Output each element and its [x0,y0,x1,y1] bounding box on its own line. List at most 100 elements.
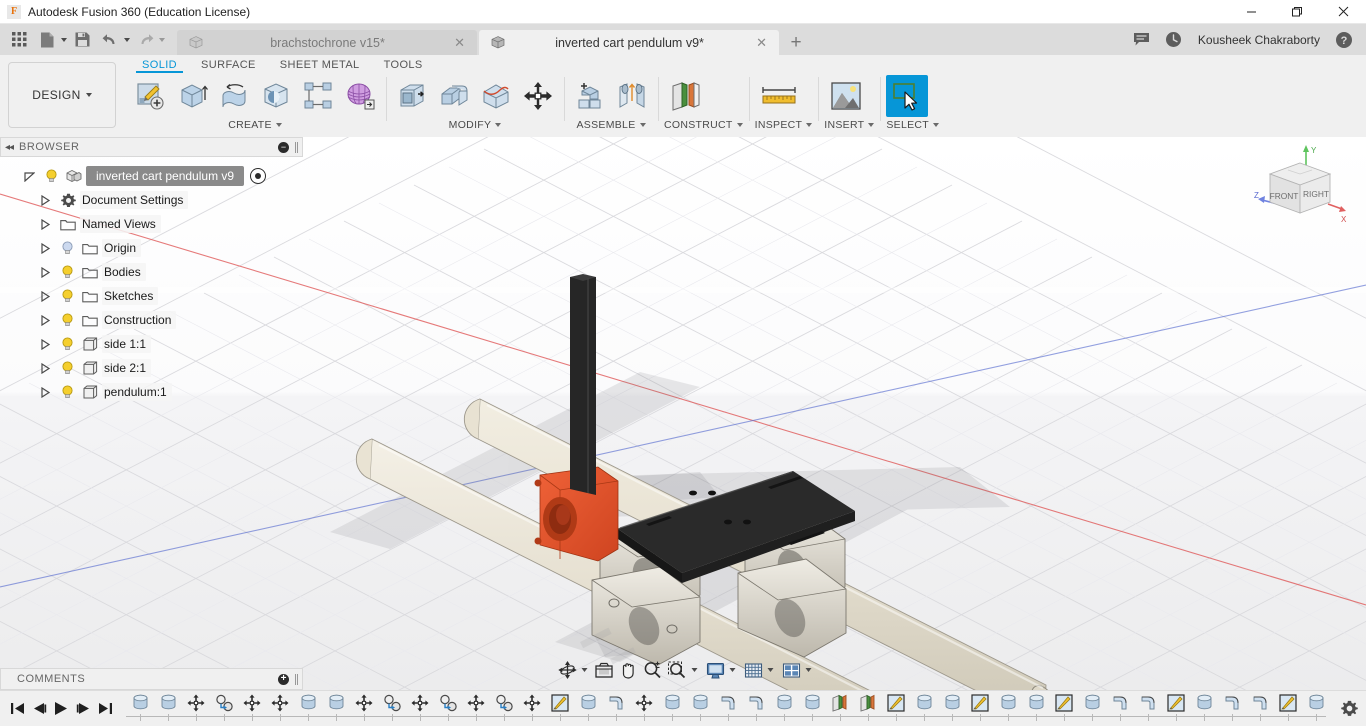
zoom-button[interactable] [641,658,665,682]
timeline-feature-joint[interactable] [210,692,238,722]
new-tab-button[interactable]: + [781,30,811,55]
insert-image-button[interactable] [824,75,868,117]
timeline-feature-extrude[interactable] [1022,692,1050,722]
ribbon-tab-tools[interactable]: TOOLS [372,59,435,73]
collapse-panel-icon[interactable]: ◂◂ [5,142,14,153]
panel-grip[interactable] [295,673,298,685]
tree-item-side-1[interactable]: side 1:1 [0,332,303,356]
extrude-button[interactable] [172,75,212,117]
save-icon[interactable] [69,27,95,53]
light-bulb-icon[interactable] [56,284,78,308]
light-bulb-icon[interactable] [56,260,78,284]
timeline-feature-extrude[interactable] [910,692,938,722]
undo-icon[interactable] [97,27,123,53]
move-copy-button[interactable] [518,75,558,117]
timeline-feature-sketch[interactable] [546,692,574,722]
timeline-feature-move[interactable] [238,692,266,722]
viewports-button[interactable] [780,658,805,682]
new-file-icon[interactable] [34,27,60,53]
timeline-feature-sketch[interactable] [1050,692,1078,722]
pan-hand-button[interactable] [617,658,641,682]
tree-item-root[interactable]: inverted cart pendulum v9 [0,164,303,188]
timeline-feature-fillet[interactable] [742,692,770,722]
close-tab-button[interactable]: ✕ [754,36,769,49]
timeline-feature-joint[interactable] [378,692,406,722]
pattern-button[interactable] [298,75,338,117]
ribbon-tab-solid[interactable]: SOLID [130,59,189,73]
timeline-feature-extrude[interactable] [294,692,322,722]
timeline-feature-sketch[interactable] [1274,692,1302,722]
look-at-button[interactable] [592,658,617,682]
expand-arrow-icon[interactable] [34,188,56,212]
ribbon-tab-sheet-metal[interactable]: SHEET METAL [268,59,372,73]
timeline-feature-extrude[interactable] [770,692,798,722]
timeline-feature-extrude[interactable] [1190,692,1218,722]
undo-caret-icon[interactable] [124,37,130,42]
timeline-feature-plane[interactable] [854,692,882,722]
light-bulb-icon[interactable] [56,308,78,332]
job-status-icon[interactable] [1160,26,1188,54]
panel-grip[interactable] [295,141,298,153]
create-form-button[interactable] [340,75,380,117]
revolve-button[interactable] [214,75,254,117]
ribbon-tab-surface[interactable]: SURFACE [189,59,268,73]
select-tool-button[interactable] [886,75,929,117]
workspace-switcher-button[interactable]: DESIGN [8,62,116,128]
expand-arrow-icon[interactable] [18,164,40,188]
timeline-feature-joint[interactable] [434,692,462,722]
add-comment-icon[interactable]: + [278,673,289,685]
go-to-beginning-button[interactable] [6,695,28,723]
timeline-track[interactable] [126,692,1326,726]
light-bulb-icon[interactable] [40,164,62,188]
play-button[interactable] [50,695,72,723]
ribbon-group-label-inspect[interactable]: INSPECT [755,117,813,133]
timeline-feature-extrude[interactable] [126,692,154,722]
timeline-feature-extrude[interactable] [574,692,602,722]
timeline-feature-sketch[interactable] [1162,692,1190,722]
user-name-label[interactable]: Kousheek Chakraborty [1192,33,1326,47]
timeline-feature-extrude[interactable] [938,692,966,722]
timeline-feature-sketch[interactable] [966,692,994,722]
timeline-feature-fillet[interactable] [1218,692,1246,722]
timeline-feature-fillet[interactable] [1134,692,1162,722]
timeline-feature-extrude[interactable] [686,692,714,722]
light-bulb-icon[interactable] [56,380,78,404]
close-tab-button[interactable]: ✕ [452,36,467,49]
timeline-settings-icon[interactable] [1332,700,1366,717]
expand-arrow-icon[interactable] [34,356,56,380]
close-window-button[interactable] [1320,0,1366,24]
ribbon-group-label-create[interactable]: CREATE [130,117,380,133]
create-sketch-button[interactable] [130,75,170,117]
expand-arrow-icon[interactable] [34,284,56,308]
expand-arrow-icon[interactable] [34,380,56,404]
document-tab-inverted-cart-pendulum[interactable]: inverted cart pendulum v9* ✕ [479,30,779,55]
zoom-window-button[interactable] [665,658,691,682]
expand-arrow-icon[interactable] [34,332,56,356]
help-icon[interactable]: ? [1330,26,1358,54]
orbit-caret-icon[interactable] [581,668,588,672]
grid-snaps-button[interactable] [742,658,767,682]
maximize-button[interactable] [1274,0,1320,24]
zoom-window-caret-icon[interactable] [691,668,698,672]
ribbon-group-label-insert[interactable]: INSERT [824,117,875,133]
timeline-feature-extrude[interactable] [1078,692,1106,722]
joint-button[interactable] [612,75,652,117]
timeline-feature-move[interactable] [518,692,546,722]
timeline-feature-sketch[interactable] [882,692,910,722]
notifications-icon[interactable] [1128,26,1156,54]
expand-arrow-icon[interactable] [34,260,56,284]
step-back-button[interactable] [28,695,50,723]
new-file-caret-icon[interactable] [61,37,67,42]
timeline-feature-extrude[interactable] [322,692,350,722]
timeline-feature-move[interactable] [350,692,378,722]
timeline-feature-move[interactable] [266,692,294,722]
3d-viewport[interactable]: Y Z X FRONT RIGHT ◂◂ BROWSER − inverted … [0,137,1366,690]
light-bulb-icon[interactable] [56,332,78,356]
tree-item-bodies[interactable]: Bodies [0,260,303,284]
tree-item-pendulum-1[interactable]: pendulum:1 [0,380,303,404]
ribbon-group-label-modify[interactable]: MODIFY [392,117,558,133]
activate-component-icon[interactable] [250,168,267,184]
light-bulb-icon[interactable] [56,236,78,260]
sphere-button[interactable] [256,75,296,117]
new-component-button[interactable] [570,75,610,117]
